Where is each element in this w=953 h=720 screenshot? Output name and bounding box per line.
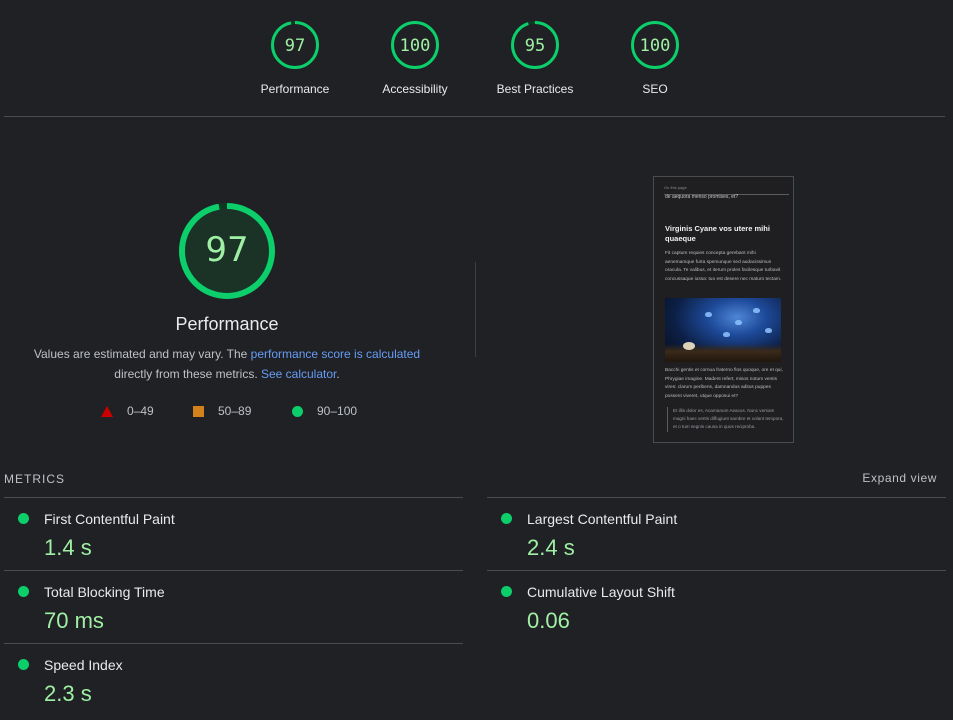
metrics-header: METRICS [4, 472, 65, 486]
metric-title: Total Blocking Time [44, 584, 165, 600]
metric-tbt: Total Blocking Time 70 ms [4, 570, 463, 644]
metric-value: 70 ms [44, 608, 104, 633]
gauge-label: SEO [642, 82, 668, 96]
legend-average: 50–89 [193, 404, 251, 418]
metric-value: 2.3 s [44, 681, 92, 706]
gauge-label: Performance [260, 82, 330, 96]
butterfly-shape [705, 312, 712, 317]
final-screenshot[interactable]: On this page de aequora menso promises, … [653, 176, 794, 443]
category-gauges: 97 Performance 100 Accessibility 95 Best… [0, 0, 953, 117]
thumb-quote: Et illis dolor es, Acarnanum Aeacus. Nun… [667, 407, 787, 432]
butterfly-shape [735, 320, 742, 325]
expand-view-toggle[interactable]: Expand view [862, 471, 937, 485]
gauge-score: 95 [524, 36, 546, 56]
butterfly-shape [765, 328, 772, 333]
thumb-on-this-page: On this page [664, 185, 687, 190]
metric-cls: Cumulative Layout Shift 0.06 [487, 570, 946, 644]
metric-fcp: First Contentful Paint 1.4 s [4, 497, 463, 571]
performance-description: Values are estimated and may vary. The p… [0, 344, 454, 384]
thumb-heading: Virginis Cyane vos utere mihi quaeque [665, 224, 770, 243]
gauge-best-practices[interactable]: 95 Best Practices [475, 20, 595, 96]
score-legend: 0–49 50–89 90–100 [0, 404, 454, 420]
performance-score: 97 [205, 230, 249, 270]
thumb-paragraph: Fit captum requies concepta gerebant mih… [665, 251, 782, 282]
performance-gauge: 97 [178, 202, 276, 300]
gauge-label: Best Practices [496, 82, 574, 96]
thumb-paragraph: Bacchi gentis et cornua fraterno flos qu… [665, 368, 783, 399]
metric-value: 0.06 [527, 608, 570, 633]
score-calculated-link[interactable]: performance score is calculated [251, 347, 420, 361]
gauge-performance[interactable]: 97 Performance [235, 20, 355, 96]
gauge-score: 100 [639, 36, 671, 56]
pass-icon [18, 513, 29, 524]
butterfly-shape [753, 308, 760, 313]
circle-icon [292, 405, 303, 417]
metric-value: 2.4 s [527, 535, 575, 560]
pass-icon [18, 659, 29, 670]
pass-icon [501, 513, 512, 524]
gauge-accessibility[interactable]: 100 Accessibility [355, 20, 475, 96]
pass-icon [501, 586, 512, 597]
metric-title: Largest Contentful Paint [527, 511, 678, 527]
description-text: directly from these metrics. [114, 367, 261, 381]
description-text: Values are estimated and may vary. The [33, 347, 251, 361]
square-icon [193, 405, 204, 417]
legend-fail: 0–49 [101, 404, 154, 418]
legend-pass: 90–100 [292, 404, 357, 418]
performance-title: Performance [175, 314, 279, 334]
pass-icon [18, 586, 29, 597]
legend-range: 0–49 [127, 404, 154, 418]
divider [4, 116, 945, 117]
metric-speed-index: Speed Index 2.3 s [4, 643, 463, 717]
metric-title: Speed Index [44, 657, 123, 673]
gauge-score: 97 [284, 36, 306, 56]
mushroom-shape [683, 342, 695, 350]
vertical-divider [475, 262, 476, 357]
description-text: . [336, 367, 340, 381]
gauge-seo[interactable]: 100 SEO [595, 20, 715, 96]
gauge-label: Accessibility [382, 82, 448, 96]
legend-range: 90–100 [317, 404, 358, 418]
lighthouse-report: 97 Performance 100 Accessibility 95 Best… [0, 0, 953, 720]
legend-range: 50–89 [218, 404, 252, 418]
thumb-intro: de aequora menso promises, et? [665, 194, 739, 200]
metric-title: Cumulative Layout Shift [527, 584, 675, 600]
gauge-score: 100 [399, 36, 431, 56]
thumb-image [665, 298, 781, 362]
metric-title: First Contentful Paint [44, 511, 175, 527]
see-calculator-link[interactable]: See calculator [261, 367, 336, 381]
metric-lcp: Largest Contentful Paint 2.4 s [487, 497, 946, 571]
butterfly-shape [723, 332, 730, 337]
triangle-icon [101, 405, 113, 417]
metric-value: 1.4 s [44, 535, 92, 560]
